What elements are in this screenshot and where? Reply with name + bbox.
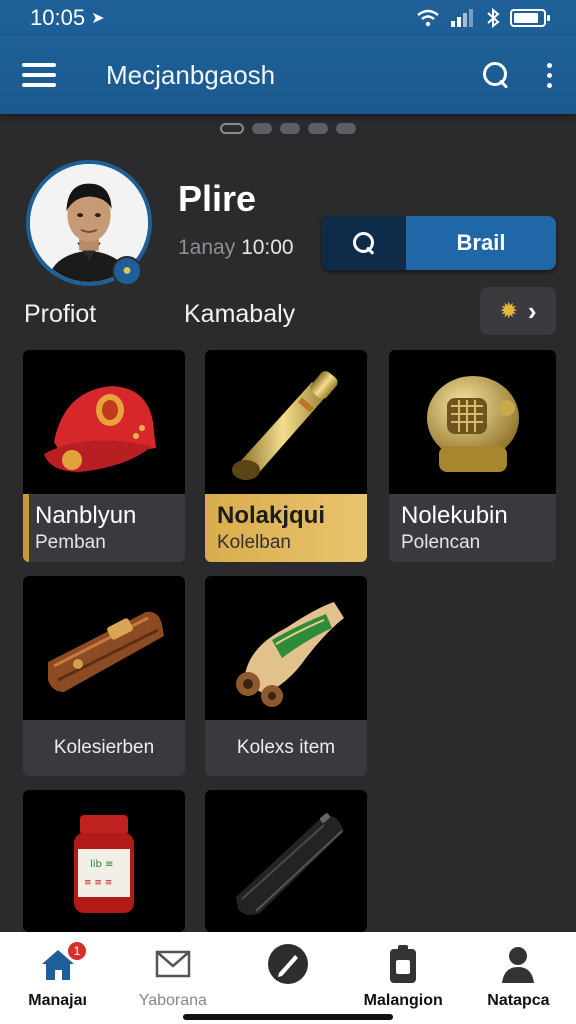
page-dot[interactable]	[220, 123, 244, 134]
card-title: Nanblyun	[35, 502, 137, 529]
item-card[interactable]: Nolekubin Polencan	[389, 350, 556, 562]
card-caption: Nolakjqui Kolelban	[205, 494, 367, 562]
more-options-icon[interactable]	[544, 62, 554, 88]
search-icon	[352, 231, 376, 255]
card-subtitle: Pemban	[35, 532, 106, 553]
verified-badge-icon: ●	[112, 256, 142, 286]
tab-profiot[interactable]: Profiot	[24, 300, 96, 329]
page-dot[interactable]	[308, 123, 328, 134]
item-card[interactable]	[205, 790, 367, 932]
item-card[interactable]: lib ≡ ≡ ≡ ≡	[23, 790, 185, 932]
page-dot[interactable]	[336, 123, 356, 134]
hamburger-menu-icon[interactable]	[22, 63, 56, 87]
card-caption: Nolekubin Polencan	[389, 494, 556, 562]
nav-item-yaborana[interactable]: Yaborana	[115, 932, 230, 1024]
action-segment[interactable]: Brail	[406, 216, 556, 270]
search-icon[interactable]	[482, 61, 510, 89]
status-time: 10:05	[30, 5, 86, 30]
person-icon	[500, 944, 536, 984]
card-caption: Kolesierben	[53, 737, 155, 758]
location-arrow-icon: ➤	[91, 10, 105, 27]
pen-icon	[266, 944, 310, 984]
svg-text:≡ ≡ ≡: ≡ ≡ ≡	[84, 878, 112, 888]
card-subtitle: Kolelban	[217, 532, 291, 553]
app-bar: Mecjanbgaosh	[0, 36, 576, 114]
status-icons	[416, 8, 550, 28]
time-label: 1anay	[178, 236, 236, 259]
profile-timestamp: 1anay 10:00	[178, 236, 294, 260]
notification-badge: 1	[68, 942, 86, 960]
horn-icon	[205, 350, 367, 494]
diving-helmet-icon	[389, 350, 556, 494]
svg-text:lib ≡: lib ≡	[90, 859, 113, 870]
item-card[interactable]: Kolesierben	[23, 576, 185, 776]
status-bar: 10:05 ➤	[0, 0, 576, 36]
search-action-button[interactable]: Brail	[322, 216, 556, 270]
jar-icon: lib ≡ ≡ ≡ ≡	[23, 790, 185, 932]
page-dot[interactable]	[252, 123, 272, 134]
card-caption: Kolexs item	[236, 737, 336, 758]
mail-icon	[155, 944, 191, 984]
battery-icon	[510, 9, 550, 27]
cap-icon	[23, 350, 185, 494]
black-case-icon	[205, 790, 367, 932]
signal-icon	[451, 9, 473, 27]
nav-label: Natapca	[487, 992, 550, 1009]
wifi-icon	[417, 9, 439, 27]
card-subtitle: Polencan	[401, 532, 481, 553]
home-indicator[interactable]	[183, 1014, 393, 1020]
page-dot[interactable]	[280, 123, 300, 134]
card-caption: Nanblyun Pemban	[23, 494, 185, 562]
phone-icon	[387, 944, 419, 984]
tab-kamabaly[interactable]: Kamabaly	[184, 300, 295, 329]
filter-button[interactable]: ✹ ›	[480, 287, 556, 335]
item-card[interactable]: Nanblyun Pemban	[23, 350, 185, 562]
nav-label: Manajaı	[28, 992, 87, 1009]
nav-item-compose[interactable]	[230, 932, 345, 1024]
item-card[interactable]: Kolexs item	[205, 576, 367, 776]
chevron-right-icon: ›	[527, 295, 537, 326]
page-indicator	[0, 123, 576, 134]
scroll-icon	[205, 576, 367, 720]
bluetooth-icon	[487, 8, 500, 28]
profile-name: Plire	[178, 178, 257, 219]
nav-label: Yaborana	[138, 992, 207, 1009]
card-title: Nolekubin	[401, 502, 508, 529]
app-title: Mecjanbgaosh	[106, 59, 276, 90]
nav-item-manajai[interactable]: 1 Manajaı	[0, 932, 115, 1024]
card-title: Nolakjqui	[217, 502, 326, 529]
nav-item-malangion[interactable]: Malangion	[346, 932, 461, 1024]
leather-wallet-icon	[23, 576, 185, 720]
star-badge-icon: ✹	[499, 298, 518, 323]
nav-item-natapca[interactable]: Natapca	[461, 932, 576, 1024]
bottom-navigation: 1 Manajaı Yaborana Malangion Natapca	[0, 932, 576, 1024]
item-card[interactable]: Nolakjqui Kolelban	[205, 350, 367, 562]
time-value: 10:00	[241, 236, 294, 259]
search-segment[interactable]	[322, 216, 406, 270]
nav-label: Malangion	[363, 992, 443, 1009]
